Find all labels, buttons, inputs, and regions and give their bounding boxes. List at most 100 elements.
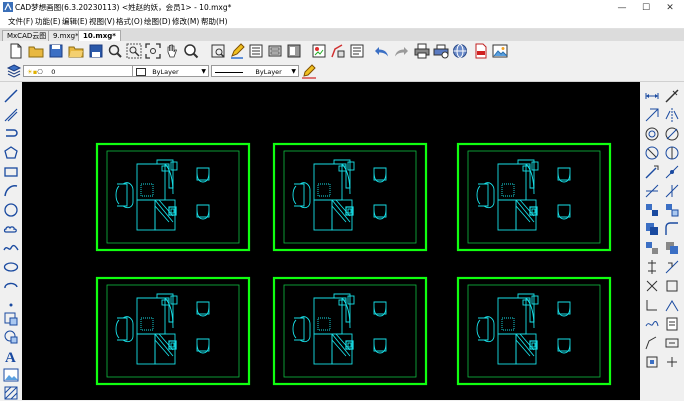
linetype-select[interactable]: ByLayer ▼ <box>211 65 299 77</box>
menu-file[interactable]: 文件(F) <box>8 16 33 27</box>
undo-icon[interactable] <box>374 43 390 59</box>
menu-modify[interactable]: 修改(M) <box>172 16 199 27</box>
curve-arc-icon[interactable] <box>3 183 19 199</box>
erase-icon[interactable] <box>664 88 680 104</box>
polygon-icon[interactable] <box>3 145 19 161</box>
menu-help[interactable]: 帮助(H) <box>201 16 228 27</box>
image-icon[interactable] <box>492 43 508 59</box>
ellipse-arc-icon[interactable] <box>3 278 19 294</box>
measure-icon[interactable] <box>210 43 226 59</box>
lengthen-icon[interactable] <box>664 240 680 256</box>
array-icon[interactable] <box>664 126 680 142</box>
menu-function[interactable]: 功能(E) <box>35 16 61 27</box>
save-icon[interactable] <box>48 43 64 59</box>
desk-block-5[interactable] <box>272 276 428 386</box>
save-as-icon[interactable] <box>88 43 104 59</box>
drawing-canvas[interactable] <box>22 82 640 400</box>
move-icon[interactable] <box>644 145 660 161</box>
layer-manager-icon[interactable] <box>248 43 264 59</box>
desk-block-1[interactable] <box>95 142 251 252</box>
zoom-extents-icon[interactable] <box>145 43 161 59</box>
pan-hand-icon[interactable] <box>164 43 180 59</box>
trim-icon[interactable] <box>644 183 660 199</box>
line-icon[interactable] <box>3 88 19 104</box>
layers-icon[interactable] <box>6 63 22 79</box>
minimize-icon[interactable]: — <box>611 0 633 15</box>
chevron-down-icon: ▼ <box>201 68 206 75</box>
extend-icon[interactable] <box>664 183 680 199</box>
match-icon[interactable] <box>330 43 346 59</box>
print-icon[interactable] <box>414 43 430 59</box>
offset-icon[interactable] <box>644 126 660 142</box>
pdf-icon[interactable] <box>473 43 489 59</box>
scale-icon[interactable] <box>644 164 660 180</box>
overkill-icon[interactable] <box>644 278 660 294</box>
linetype-preview <box>215 71 243 73</box>
pen-icon[interactable] <box>229 43 245 59</box>
desk-block-4[interactable] <box>95 276 251 386</box>
block-icon[interactable] <box>286 43 302 59</box>
polyline-edit-icon[interactable] <box>664 297 680 313</box>
join-icon[interactable] <box>664 202 680 218</box>
polyline-icon[interactable] <box>3 107 19 123</box>
layer-select[interactable]: ☀▪⎔ 0 ▼ <box>23 65 148 77</box>
window-title: CAD梦想画图(6.3.20230113) <姓赵的妖，会员1> - 10.mx… <box>15 3 232 12</box>
divide-icon[interactable] <box>664 259 680 275</box>
block-edit-icon[interactable] <box>644 354 660 370</box>
color-select[interactable]: ByLayer ▼ <box>132 65 209 77</box>
hatch-icon[interactable] <box>3 385 19 401</box>
insert-block-icon[interactable] <box>3 310 19 326</box>
menu-draw[interactable]: 绘图(D) <box>144 16 171 27</box>
properties-icon[interactable] <box>267 43 283 59</box>
spline-icon[interactable] <box>3 240 19 256</box>
menu-edit[interactable]: 编辑(E) <box>62 16 88 27</box>
desk-block-2[interactable] <box>272 142 428 252</box>
rectangle-edit-icon[interactable] <box>664 278 680 294</box>
close-icon[interactable]: ✕ <box>659 0 681 15</box>
rectangle-icon[interactable] <box>3 164 19 180</box>
xref-icon[interactable] <box>664 354 680 370</box>
maximize-icon[interactable]: ☐ <box>635 0 657 15</box>
open-folder-icon[interactable] <box>68 43 84 59</box>
offset-line-icon[interactable] <box>644 297 660 313</box>
new-icon[interactable] <box>8 43 24 59</box>
title-bar: CAD梦想画图(6.3.20230113) <姓赵的妖，会员1> - 10.mx… <box>0 0 684 15</box>
ellipse-icon[interactable] <box>3 259 19 275</box>
stretch-icon[interactable] <box>664 164 680 180</box>
circle-icon[interactable] <box>3 202 19 218</box>
copy-icon[interactable] <box>644 107 660 123</box>
explode-icon[interactable] <box>644 240 660 256</box>
redo-icon[interactable] <box>393 43 409 59</box>
text-edit-icon[interactable] <box>644 335 660 351</box>
desk-block-3[interactable] <box>456 142 612 252</box>
menu-format[interactable]: 格式(O) <box>116 16 143 27</box>
make-block-icon[interactable] <box>3 329 19 345</box>
break-icon[interactable] <box>644 202 660 218</box>
property-edit-icon[interactable] <box>664 316 680 332</box>
revision-cloud-icon[interactable] <box>3 221 19 237</box>
mirror-icon[interactable] <box>664 107 680 123</box>
web-icon[interactable] <box>452 43 468 59</box>
print-preview-icon[interactable] <box>433 43 449 59</box>
modify-toolbar <box>640 82 684 400</box>
property-toolbar: ☀▪⎔ 0 ▼ ByLayer ▼ ByLayer ▼ <box>0 61 684 82</box>
open-icon[interactable] <box>28 43 44 59</box>
zoom-in-icon[interactable] <box>183 43 199 59</box>
spline-edit-icon[interactable] <box>644 316 660 332</box>
dimension-linear-icon[interactable] <box>644 88 660 104</box>
attribute-edit-icon[interactable] <box>664 335 680 351</box>
desk-block-6[interactable] <box>456 276 612 386</box>
zoom-realtime-icon[interactable] <box>107 43 123 59</box>
menu-view[interactable]: 视图(V) <box>89 16 115 27</box>
arc-icon[interactable] <box>3 126 19 142</box>
style-icon[interactable] <box>311 43 327 59</box>
align-icon[interactable] <box>644 259 660 275</box>
text-icon[interactable]: A <box>3 348 19 364</box>
rotate-icon[interactable] <box>664 145 680 161</box>
image-insert-icon[interactable] <box>3 367 19 383</box>
list-icon[interactable] <box>349 43 365 59</box>
chamfer-icon[interactable] <box>644 221 660 237</box>
fillet-icon[interactable] <box>664 221 680 237</box>
pencil-icon[interactable] <box>301 63 317 79</box>
zoom-window-icon[interactable] <box>126 43 142 59</box>
